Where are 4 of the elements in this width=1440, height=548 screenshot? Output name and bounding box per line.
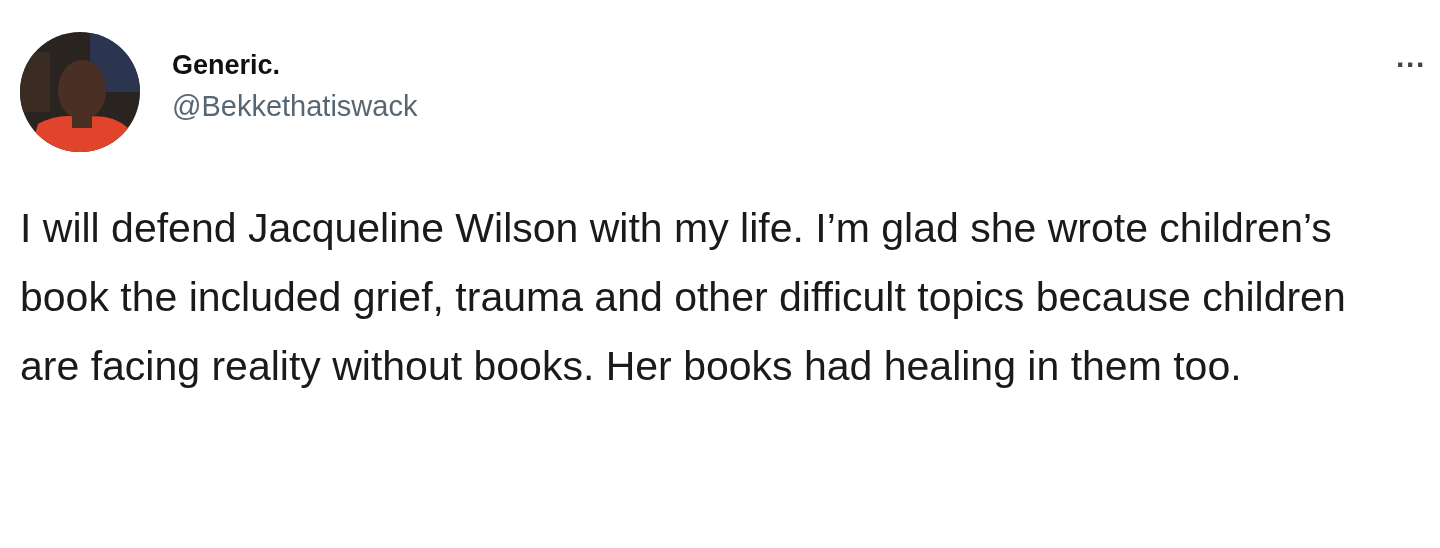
more-options-button[interactable]: ··· xyxy=(1396,50,1426,80)
user-handle[interactable]: @Bekkethatiswack xyxy=(172,88,418,124)
display-name[interactable]: Generic. xyxy=(172,48,418,82)
tweet-text: I will defend Jacqueline Wilson with my life. I’m glad she wrote children’s book the included grief, trauma and other difficult topics because children are facing reality without books. Her books had healing in them too. xyxy=(20,204,1347,391)
